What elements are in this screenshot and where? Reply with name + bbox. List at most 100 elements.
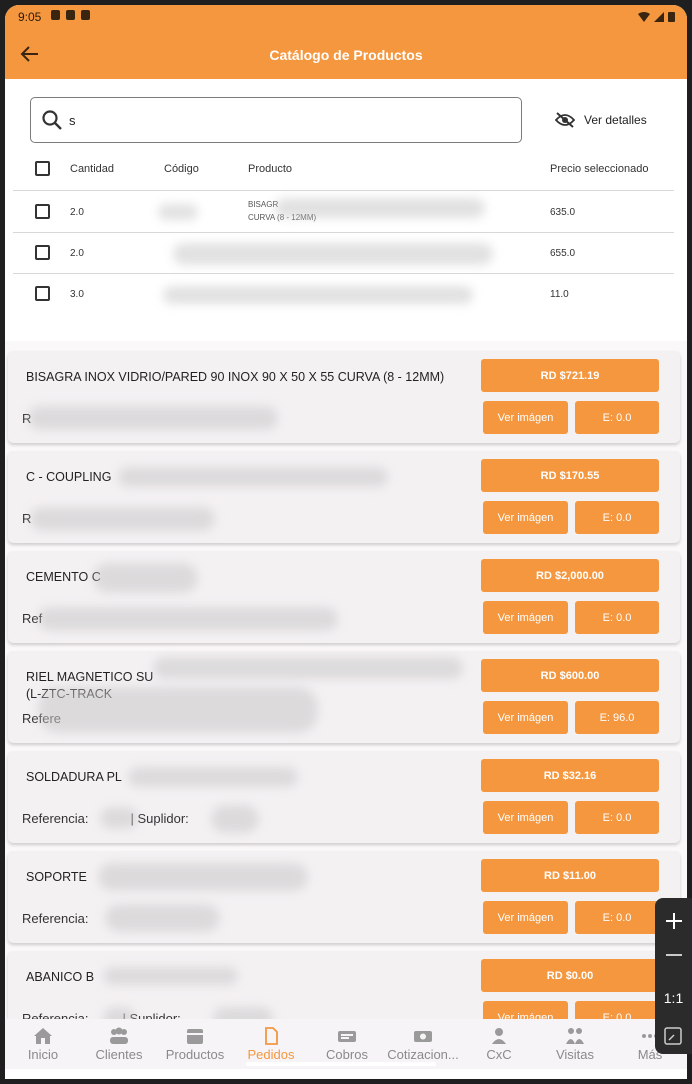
row-checkbox[interactable] xyxy=(35,286,50,301)
nav-item-inicio[interactable]: Inicio xyxy=(5,1019,81,1069)
product-name-line1: RIEL MAGNETICO SU xyxy=(26,670,154,684)
view-image-button[interactable]: Ver imágen xyxy=(483,401,568,434)
row-price: 635.0 xyxy=(550,207,576,218)
nav-item-productos[interactable]: Productos xyxy=(157,1019,233,1069)
details-label: Ver detalles xyxy=(584,113,647,127)
nav-label: Productos xyxy=(165,1047,225,1062)
zoom-ratio[interactable]: 1:1 xyxy=(655,990,692,1006)
price-button[interactable]: RD $0.00 xyxy=(481,959,659,992)
nav-label: Cobros xyxy=(326,1047,368,1062)
redacted-product xyxy=(163,286,473,304)
product-card[interactable]: RIEL MAGNETICO SU(L-ZTC-TRACK Refere RD … xyxy=(8,651,680,743)
search-input[interactable] xyxy=(69,110,509,130)
price-button[interactable]: RD $2,000.00 xyxy=(481,559,659,592)
search-field[interactable] xyxy=(30,97,522,143)
nav-label: Cotizacion... xyxy=(387,1047,459,1062)
redacted-reference xyxy=(38,607,338,631)
row-quantity: 3.0 xyxy=(70,289,84,300)
signal-icon xyxy=(654,11,664,22)
row-price: 655.0 xyxy=(550,248,576,259)
redacted-name xyxy=(98,863,308,891)
redacted-name xyxy=(128,767,298,787)
page-title: Catálogo de Productos xyxy=(269,47,423,63)
price-button[interactable]: RD $32.16 xyxy=(481,759,659,792)
redacted-name xyxy=(103,967,238,985)
zoom-out-icon[interactable] xyxy=(655,950,692,960)
product-card[interactable]: SOLDADURA PL Referencia: | Suplidor: RD $… xyxy=(8,751,680,843)
row-quantity: 2.0 xyxy=(70,248,84,259)
view-image-button[interactable]: Ver imágen xyxy=(483,901,568,934)
row-checkbox[interactable] xyxy=(35,204,50,219)
stock-button[interactable]: E: 0.0 xyxy=(575,1001,659,1019)
table-header: Cantidad Código Producto Precio seleccio… xyxy=(13,159,674,191)
table-row[interactable]: 3.0 11.0 xyxy=(13,274,674,315)
nav-item-visitas[interactable]: Visitas xyxy=(537,1019,613,1069)
product-card[interactable]: SOPORTE Referencia: RD $11.00 Ver imágen… xyxy=(8,851,680,943)
system-icons xyxy=(638,11,675,22)
nav-label: CxC xyxy=(486,1047,512,1062)
zoom-in-icon[interactable] xyxy=(655,910,692,932)
table-row[interactable]: 2.0 BISAGR CURVA (8 - 12MM) 635.0 xyxy=(13,192,674,233)
view-image-button[interactable]: Ver imágen xyxy=(483,501,568,534)
redacted-supplier xyxy=(211,805,259,833)
redacted-supplier xyxy=(213,1007,273,1019)
redacted-product xyxy=(275,198,485,218)
product-reference: Referencia: | Suplidor: xyxy=(22,1011,181,1019)
product-name: ABANICO B xyxy=(26,970,95,984)
nav-label: Pedidos xyxy=(247,1047,295,1062)
product-card[interactable]: ABANICO B Referencia: | Suplidor: RD $0.0… xyxy=(8,951,680,1019)
stock-button[interactable]: E: 0.0 xyxy=(575,401,659,434)
price-button[interactable]: RD $721.19 xyxy=(481,359,659,392)
redacted-reference xyxy=(30,507,215,531)
nav-item-cxc[interactable]: CxC xyxy=(461,1019,537,1069)
price-button[interactable]: RD $170.55 xyxy=(481,459,659,492)
row-price: 11.0 xyxy=(550,289,569,300)
stock-button[interactable]: E: 96.0 xyxy=(575,701,659,734)
redacted-reference xyxy=(38,687,318,733)
nav-label: Visitas xyxy=(555,1047,595,1062)
redacted-name xyxy=(93,563,198,593)
price-button[interactable]: RD $600.00 xyxy=(481,659,659,692)
header-product: Producto xyxy=(248,163,293,175)
header-price: Precio seleccionado xyxy=(550,163,649,175)
view-image-button[interactable]: Ver imágen xyxy=(483,601,568,634)
status-time: 9:05 xyxy=(18,10,42,24)
nav-item-clientes[interactable]: Clientes xyxy=(81,1019,157,1069)
details-toggle[interactable]: Ver detalles xyxy=(555,109,647,131)
status-bar: 9:05 xyxy=(5,5,687,29)
gesture-bar[interactable] xyxy=(246,1062,436,1066)
row-checkbox[interactable] xyxy=(35,245,50,260)
app-bar: Catálogo de Productos xyxy=(5,29,687,79)
redacted-name xyxy=(118,467,388,487)
redacted-product xyxy=(173,243,493,265)
view-image-button[interactable]: Ver imágen xyxy=(483,801,568,834)
nav-label: Inicio xyxy=(27,1047,59,1062)
stock-button[interactable]: E: 0.0 xyxy=(575,601,659,634)
product-card[interactable]: C - COUPLING R RD $170.55 Ver imágen E: … xyxy=(8,451,680,543)
app-notification-icon xyxy=(81,10,90,20)
zoom-panel: 1:1 xyxy=(655,898,692,1054)
reference-label: Referencia: xyxy=(22,1011,89,1019)
redacted-reference xyxy=(105,904,220,932)
cash-icon xyxy=(338,1031,356,1042)
stock-button[interactable]: E: 0.0 xyxy=(575,801,659,834)
stock-button[interactable]: E: 0.0 xyxy=(575,901,659,934)
price-button[interactable]: RD $11.00 xyxy=(481,859,659,892)
view-image-button[interactable]: Ver imágen xyxy=(483,1001,568,1019)
wifi-icon xyxy=(638,11,650,22)
header-quantity: Cantidad xyxy=(70,163,115,175)
eye-off-icon xyxy=(555,112,575,128)
header-code: Código xyxy=(164,163,199,175)
redacted-name xyxy=(153,657,463,679)
document-icon xyxy=(265,1027,278,1045)
box-icon xyxy=(187,1029,203,1044)
product-card[interactable]: CEMENTO C Ref RD $2,000.00 Ver imágen E:… xyxy=(8,551,680,643)
table-row[interactable]: 2.0 655.0 xyxy=(13,233,674,274)
resize-icon[interactable] xyxy=(655,1026,692,1046)
product-card[interactable]: BISAGRA INOX VIDRIO/PARED 90 INOX 90 X 5… xyxy=(8,351,680,443)
select-all-checkbox[interactable] xyxy=(35,161,50,176)
view-image-button[interactable]: Ver imágen xyxy=(483,701,568,734)
stock-button[interactable]: E: 0.0 xyxy=(575,501,659,534)
group-icon xyxy=(566,1028,584,1044)
shield-icon xyxy=(51,10,60,20)
